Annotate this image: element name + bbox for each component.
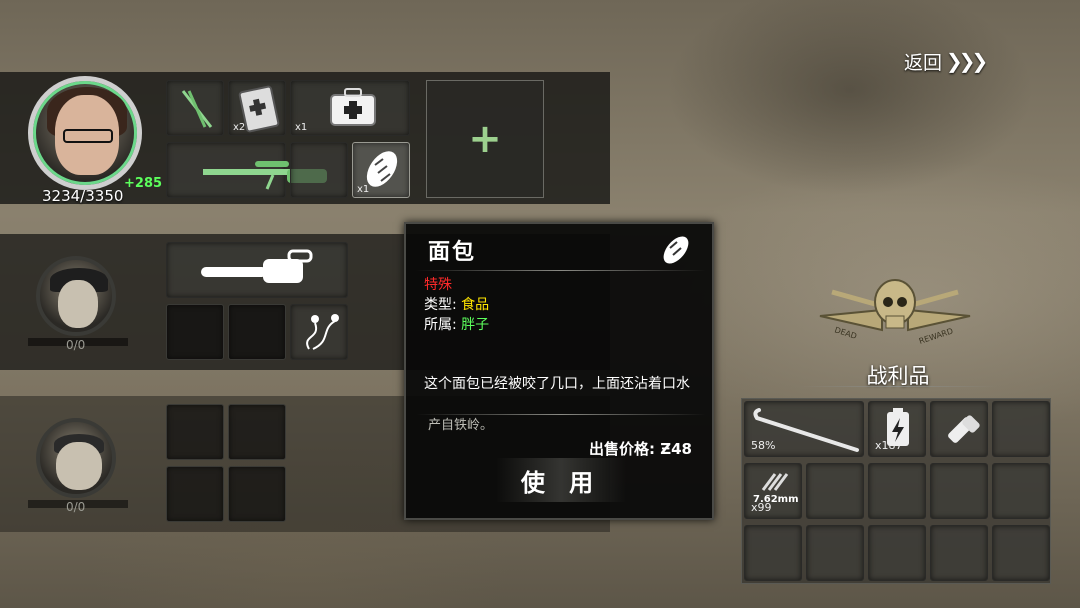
- loot-slot[interactable]: [806, 463, 864, 519]
- back-label: 返回: [904, 51, 943, 74]
- item-type-value: 食品: [461, 297, 490, 313]
- item-type-row: 类型: 食品: [424, 294, 489, 314]
- character-2-hp: 0/0: [66, 338, 86, 352]
- loot-slot[interactable]: 58%: [744, 401, 864, 457]
- inventory-slot-bread-selected[interactable]: x1: [352, 142, 410, 198]
- divider: [416, 270, 706, 271]
- loot-slot[interactable]: [992, 401, 1050, 457]
- character-1-hp-gain: +285: [124, 176, 163, 191]
- emblem-right-text: REWARD: [918, 326, 954, 345]
- character-avatar-1[interactable]: [28, 76, 142, 190]
- plus-icon: +: [468, 116, 502, 162]
- item-price: 出售价格: Ƶ48: [589, 438, 692, 459]
- chevrons-right-icon: ❯❯❯: [946, 49, 988, 73]
- item-title: 面包: [428, 240, 477, 265]
- skull-emblem-icon: DEAD REWARD: [819, 279, 971, 346]
- item-detail-popup: 面包 特殊 类型: 食品 所属: 胖子 这个面包已经被咬了几口，上面还沾着口水 …: [404, 222, 714, 520]
- inventory-slot[interactable]: [290, 304, 348, 360]
- inventory-slot[interactable]: x2: [228, 80, 286, 136]
- loot-slot[interactable]: [868, 463, 926, 519]
- slot-qty: x2: [233, 122, 246, 133]
- character-avatar-3[interactable]: [36, 418, 116, 498]
- inventory-slot[interactable]: [166, 466, 224, 522]
- item-description: 这个面包已经被咬了几口，上面还沾着口水: [424, 376, 690, 392]
- item-owner-value: 胖子: [461, 317, 490, 333]
- inventory-slot[interactable]: [228, 404, 286, 460]
- inventory-slot[interactable]: [166, 404, 224, 460]
- use-button[interactable]: 使 用: [496, 458, 626, 502]
- divider: [798, 386, 998, 387]
- loot-durability: 58%: [751, 439, 776, 452]
- inventory-slot[interactable]: [228, 304, 286, 360]
- item-owner-row: 所属: 胖子: [424, 314, 489, 334]
- loot-slot[interactable]: x187: [868, 401, 926, 457]
- loot-slot[interactable]: [930, 401, 988, 457]
- emblem-left-text: DEAD: [833, 325, 858, 341]
- price-label: 出售价格:: [589, 440, 655, 458]
- scissors-icon: [181, 90, 213, 128]
- inventory-slot[interactable]: [166, 142, 327, 198]
- inventory-slot[interactable]: [290, 142, 348, 198]
- character-1-hp: 3234/3350: [42, 187, 124, 205]
- loot-slot[interactable]: [930, 525, 988, 581]
- item-type-label: 类型:: [424, 297, 457, 313]
- slot-qty: x1: [295, 122, 308, 133]
- back-button[interactable]: 返回 ❯❯❯: [904, 46, 988, 76]
- earphones-icon: [306, 314, 339, 350]
- item-owner-label: 所属:: [424, 317, 457, 333]
- loot-slot[interactable]: [868, 525, 926, 581]
- loot-slot[interactable]: [930, 463, 988, 519]
- inventory-slot[interactable]: [166, 304, 224, 360]
- character-avatar-2[interactable]: [36, 256, 116, 336]
- item-origin: 产自铁岭。: [428, 418, 494, 433]
- inventory-slot[interactable]: x1: [290, 80, 410, 136]
- first-aid-kit-icon: [330, 88, 376, 126]
- inventory-slot[interactable]: [228, 466, 286, 522]
- chainsaw-icon: [201, 249, 313, 283]
- glasses-icon: [63, 129, 113, 143]
- loot-slot[interactable]: [992, 525, 1050, 581]
- character-3-hp: 0/0: [66, 500, 86, 514]
- loot-qty: x99: [751, 501, 772, 514]
- loot-slot[interactable]: [992, 463, 1050, 519]
- loot-qty: x187: [875, 439, 903, 452]
- loot-slot[interactable]: [744, 525, 802, 581]
- bread-icon: [663, 236, 689, 264]
- add-item-button[interactable]: +: [426, 80, 544, 198]
- inventory-slot[interactable]: [166, 242, 348, 298]
- inventory-slot[interactable]: [166, 80, 224, 136]
- price-value: Ƶ48: [660, 440, 692, 458]
- loot-slot[interactable]: 7.62mm x99: [744, 463, 802, 519]
- flashlight-icon: [948, 415, 980, 443]
- item-rarity: 特殊: [424, 277, 452, 293]
- loot-slot[interactable]: [806, 525, 864, 581]
- slot-qty: x1: [357, 184, 370, 195]
